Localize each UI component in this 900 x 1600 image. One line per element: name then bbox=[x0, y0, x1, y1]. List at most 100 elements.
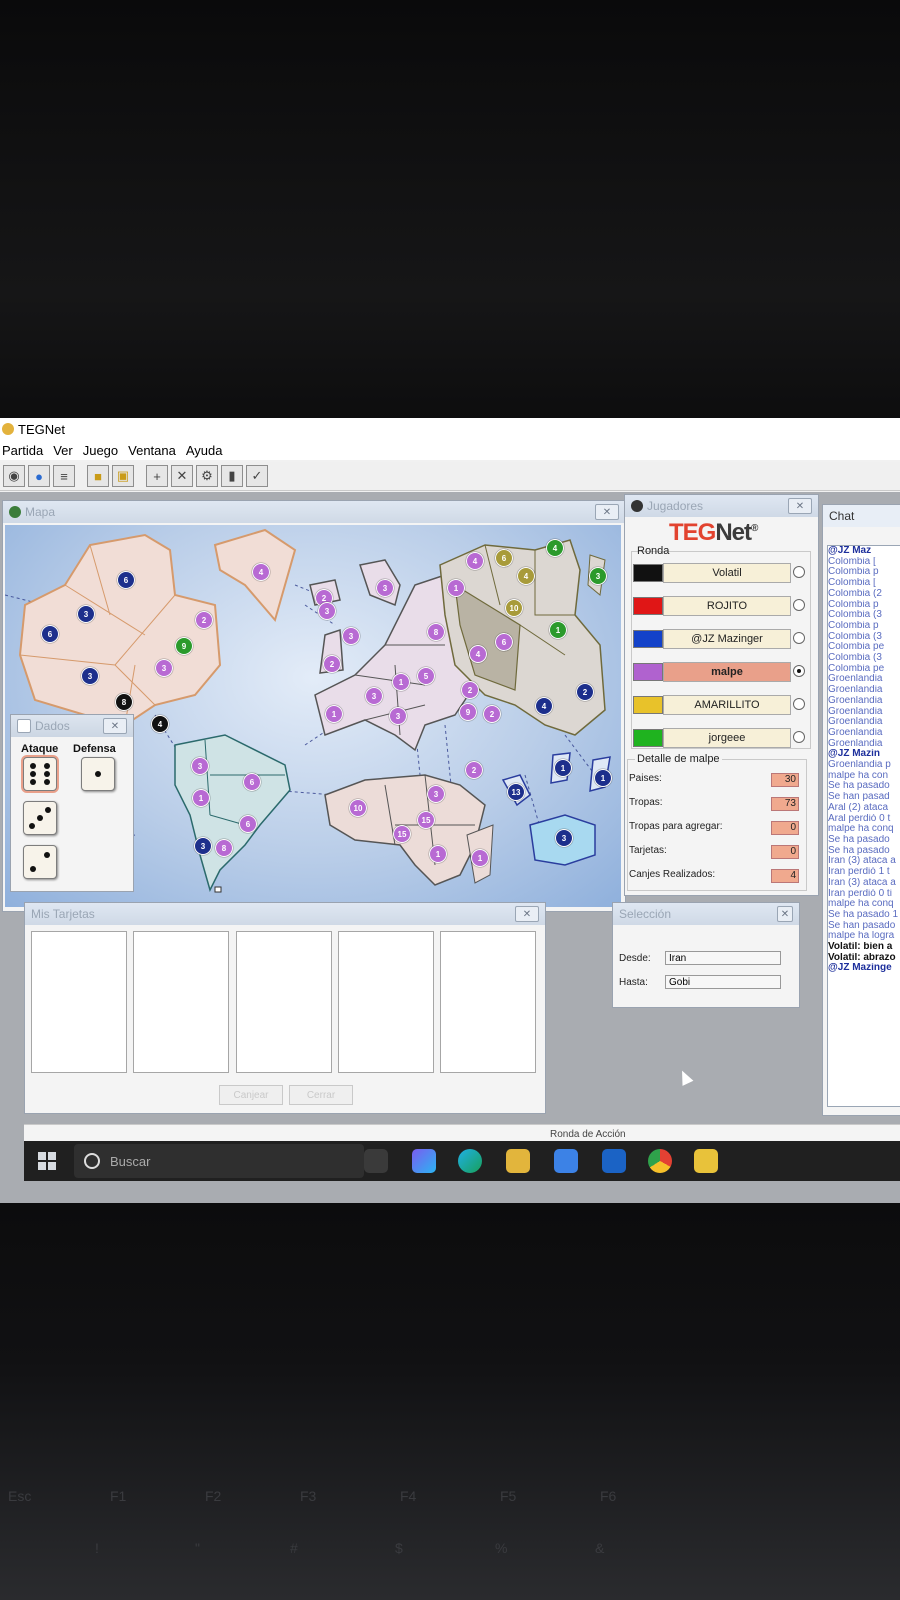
settings-icon[interactable]: ⚙ bbox=[196, 465, 218, 487]
connect-icon[interactable]: ◉ bbox=[3, 465, 25, 487]
army-count-marker[interactable]: 1 bbox=[429, 845, 447, 863]
army-count-marker[interactable]: 5 bbox=[417, 667, 435, 685]
taskbar-search[interactable]: Buscar bbox=[74, 1144, 364, 1178]
close-icon[interactable]: ✕ bbox=[788, 498, 812, 514]
player-turn-radio[interactable] bbox=[793, 599, 805, 611]
card-slot[interactable] bbox=[440, 931, 536, 1073]
player-row[interactable]: malpe bbox=[633, 662, 805, 682]
task-view-icon[interactable] bbox=[364, 1149, 388, 1173]
close-cards-button[interactable]: Cerrar bbox=[289, 1085, 353, 1105]
windows-start-icon[interactable] bbox=[38, 1152, 56, 1170]
menu-juego[interactable]: Juego bbox=[83, 443, 118, 458]
army-count-marker[interactable]: 10 bbox=[505, 599, 523, 617]
army-count-marker[interactable]: 6 bbox=[117, 571, 135, 589]
player-turn-radio[interactable] bbox=[793, 632, 805, 644]
army-count-marker[interactable]: 3 bbox=[194, 837, 212, 855]
cancel-icon[interactable]: ✕ bbox=[171, 465, 193, 487]
card-slot[interactable] bbox=[236, 931, 332, 1073]
list-icon[interactable]: ≡ bbox=[53, 465, 75, 487]
army-count-marker[interactable]: 15 bbox=[393, 825, 411, 843]
menu-ayuda[interactable]: Ayuda bbox=[186, 443, 223, 458]
army-count-marker[interactable]: 10 bbox=[349, 799, 367, 817]
army-count-marker[interactable]: 3 bbox=[77, 605, 95, 623]
card-slot[interactable] bbox=[338, 931, 434, 1073]
army-count-marker[interactable]: 1 bbox=[471, 849, 489, 867]
army-count-marker[interactable]: 8 bbox=[427, 623, 445, 641]
army-count-marker[interactable]: 8 bbox=[215, 839, 233, 857]
player-row[interactable]: ROJITO bbox=[633, 596, 805, 616]
cards-icon[interactable]: ▮ bbox=[221, 465, 243, 487]
player-row[interactable]: Volatil bbox=[633, 563, 805, 583]
army-count-marker[interactable]: 2 bbox=[465, 761, 483, 779]
player-turn-radio[interactable] bbox=[793, 566, 805, 578]
outlook-icon[interactable] bbox=[602, 1149, 626, 1173]
army-count-marker[interactable]: 4 bbox=[466, 552, 484, 570]
army-count-marker[interactable]: 13 bbox=[507, 783, 525, 801]
player-row[interactable]: @JZ Mazinger bbox=[633, 629, 805, 649]
close-icon[interactable]: ✕ bbox=[515, 906, 539, 922]
card-icon[interactable]: ▣ bbox=[112, 465, 134, 487]
army-count-marker[interactable]: 3 bbox=[555, 829, 573, 847]
globe-icon[interactable]: ● bbox=[28, 465, 50, 487]
army-count-marker[interactable]: 2 bbox=[576, 683, 594, 701]
close-icon[interactable]: ✕ bbox=[595, 504, 619, 520]
army-count-marker[interactable]: 3 bbox=[589, 567, 607, 585]
army-count-marker[interactable]: 1 bbox=[392, 673, 410, 691]
army-count-marker[interactable]: 3 bbox=[427, 785, 445, 803]
army-count-marker[interactable]: 3 bbox=[389, 707, 407, 725]
army-count-marker[interactable]: 2 bbox=[195, 611, 213, 629]
desde-field[interactable]: Iran bbox=[665, 951, 781, 965]
army-count-marker[interactable]: 6 bbox=[495, 549, 513, 567]
army-count-marker[interactable]: 3 bbox=[365, 687, 383, 705]
army-count-marker[interactable]: 6 bbox=[495, 633, 513, 651]
player-turn-radio[interactable] bbox=[793, 731, 805, 743]
army-count-marker[interactable]: 9 bbox=[175, 637, 193, 655]
army-count-marker[interactable]: 1 bbox=[554, 759, 572, 777]
close-icon[interactable]: ✕ bbox=[103, 718, 127, 734]
player-turn-radio[interactable] bbox=[793, 665, 805, 677]
army-count-marker[interactable]: 4 bbox=[546, 539, 564, 557]
army-count-marker[interactable]: 8 bbox=[115, 693, 133, 711]
army-count-marker[interactable]: 3 bbox=[155, 659, 173, 677]
army-count-marker[interactable]: 1 bbox=[549, 621, 567, 639]
army-count-marker[interactable]: 9 bbox=[459, 703, 477, 721]
tegnet-task-icon[interactable] bbox=[694, 1149, 718, 1173]
army-count-marker[interactable]: 4 bbox=[535, 697, 553, 715]
copilot-icon[interactable] bbox=[412, 1149, 436, 1173]
army-count-marker[interactable]: 15 bbox=[417, 811, 435, 829]
menu-ventana[interactable]: Ventana bbox=[128, 443, 176, 458]
army-count-marker[interactable]: 1 bbox=[192, 789, 210, 807]
army-count-marker[interactable]: 3 bbox=[342, 627, 360, 645]
army-count-marker[interactable]: 1 bbox=[594, 769, 612, 787]
card-slot[interactable] bbox=[133, 931, 229, 1073]
army-count-marker[interactable]: 4 bbox=[151, 715, 169, 733]
army-count-marker[interactable]: 4 bbox=[252, 563, 270, 581]
army-count-marker[interactable]: 6 bbox=[41, 625, 59, 643]
army-count-marker[interactable]: 6 bbox=[239, 815, 257, 833]
player-row[interactable]: jorgeee bbox=[633, 728, 805, 748]
card-slot[interactable] bbox=[31, 931, 127, 1073]
army-count-marker[interactable]: 4 bbox=[469, 645, 487, 663]
army-count-marker[interactable]: 4 bbox=[517, 567, 535, 585]
army-count-marker[interactable]: 2 bbox=[483, 705, 501, 723]
chrome-icon[interactable] bbox=[648, 1149, 672, 1173]
file-explorer-icon[interactable] bbox=[506, 1149, 530, 1173]
army-count-marker[interactable]: 1 bbox=[325, 705, 343, 723]
army-count-marker[interactable]: 2 bbox=[461, 681, 479, 699]
menu-partida[interactable]: Partida bbox=[2, 443, 43, 458]
army-count-marker[interactable]: 3 bbox=[81, 667, 99, 685]
player-row[interactable]: AMARILLITO bbox=[633, 695, 805, 715]
player-turn-radio[interactable] bbox=[793, 698, 805, 710]
army-count-marker[interactable]: 3 bbox=[376, 579, 394, 597]
army-count-marker[interactable]: 6 bbox=[243, 773, 261, 791]
store-icon[interactable] bbox=[554, 1149, 578, 1173]
add-icon[interactable]: + bbox=[146, 465, 168, 487]
army-count-marker[interactable]: 3 bbox=[191, 757, 209, 775]
army-count-marker[interactable]: 1 bbox=[447, 579, 465, 597]
menu-ver[interactable]: Ver bbox=[53, 443, 73, 458]
army-count-marker[interactable]: 2 bbox=[323, 655, 341, 673]
hasta-field[interactable]: Gobi bbox=[665, 975, 781, 989]
check-icon[interactable]: ✓ bbox=[246, 465, 268, 487]
chat-log[interactable]: @JZ Maz Colombia [Colombia p Colombia [Col… bbox=[827, 545, 900, 1107]
exchange-button[interactable]: Canjear bbox=[219, 1085, 283, 1105]
